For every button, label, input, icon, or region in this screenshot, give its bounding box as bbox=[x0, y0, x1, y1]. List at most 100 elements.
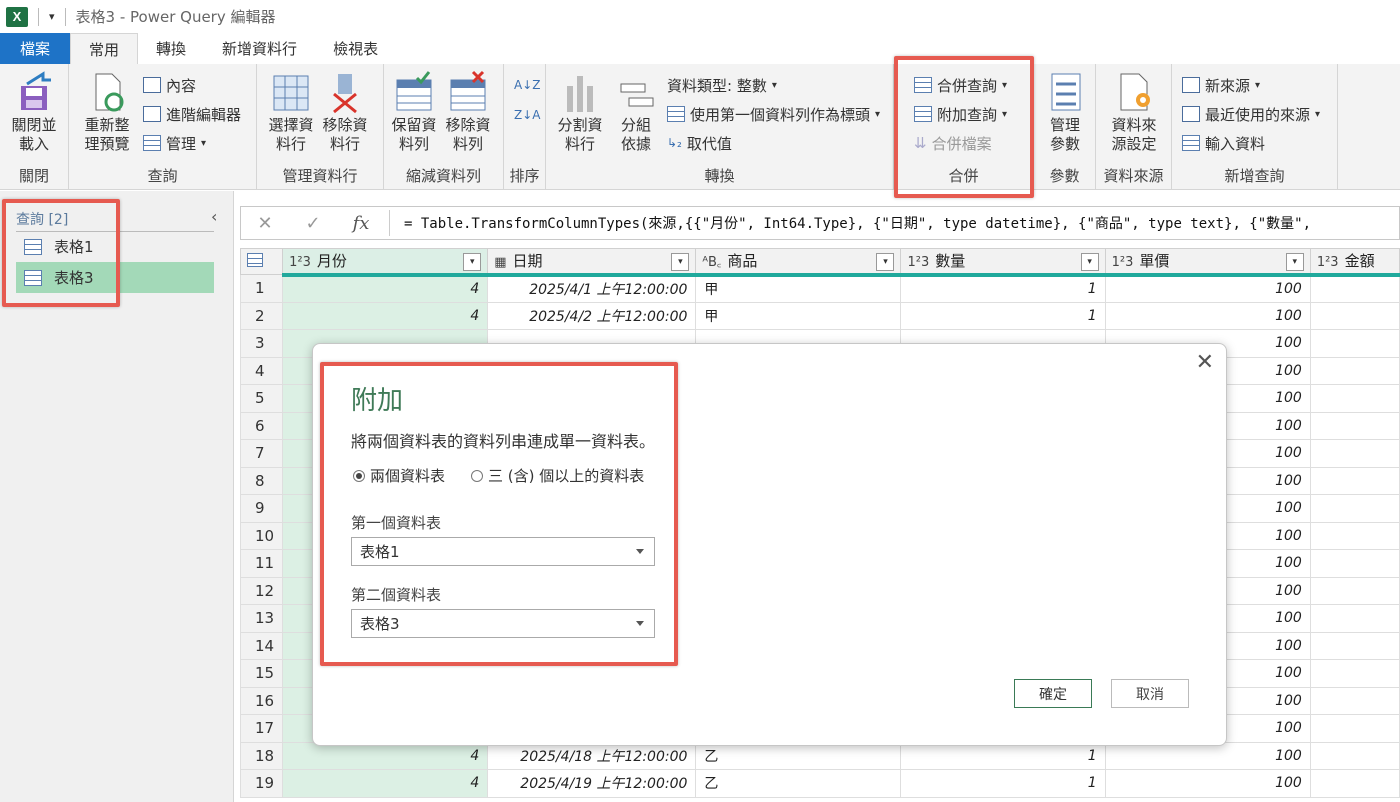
column-header-unit-price[interactable]: 1²3 單價 ▾ bbox=[1104, 248, 1311, 277]
datetime-type-icon[interactable]: ▦ bbox=[494, 255, 506, 270]
formula-text[interactable]: = Table.TransformColumnTypes(來源,{{"月份", … bbox=[394, 213, 1311, 233]
table-cell[interactable]: 1 bbox=[900, 741, 1106, 770]
table-cell[interactable]: 100 bbox=[1104, 301, 1311, 330]
refresh-preview-button[interactable]: 重新整 理預覽 bbox=[77, 70, 137, 154]
table-cell[interactable] bbox=[1309, 714, 1400, 743]
manage-button[interactable]: 管理 ▾ bbox=[143, 132, 206, 154]
table-cell[interactable] bbox=[1309, 631, 1400, 660]
table-cell[interactable] bbox=[1309, 686, 1400, 715]
table-cell[interactable]: 乙 bbox=[695, 741, 902, 770]
merge-queries-button[interactable]: 合併查詢 ▾ bbox=[914, 74, 1007, 96]
manage-parameters-button[interactable]: 管理 參數 bbox=[1038, 70, 1092, 154]
table-cell[interactable] bbox=[1309, 466, 1400, 495]
radio-three-or-more-tables[interactable]: 三 (含) 個以上的資料表 bbox=[471, 465, 644, 486]
text-type-icon[interactable]: ᴬB꜀ bbox=[702, 255, 721, 270]
remove-rows-button[interactable]: 移除資 料列 bbox=[442, 70, 494, 154]
table-cell[interactable]: 2025/4/19 上午12:00:00 bbox=[487, 769, 697, 798]
recent-sources-button[interactable]: 最近使用的來源 ▾ bbox=[1182, 103, 1320, 125]
table-cell[interactable] bbox=[1309, 604, 1400, 633]
table-cell[interactable] bbox=[1309, 439, 1400, 468]
first-table-select[interactable]: 表格1 bbox=[351, 537, 655, 566]
filter-dropdown-icon[interactable]: ▾ bbox=[1285, 253, 1304, 271]
table-cell[interactable] bbox=[1309, 384, 1400, 413]
table-corner-icon[interactable] bbox=[240, 248, 284, 275]
table-cell[interactable] bbox=[1309, 356, 1400, 385]
table-cell[interactable] bbox=[1309, 769, 1400, 798]
table-cell[interactable]: 甲 bbox=[695, 274, 902, 303]
combine-files-button[interactable]: ⇊ 合併檔案 bbox=[914, 132, 992, 154]
table-cell[interactable]: 1 bbox=[900, 301, 1106, 330]
integer-type-icon[interactable]: 1²3 bbox=[1112, 255, 1134, 270]
tab-add-column[interactable]: 新增資料行 bbox=[204, 33, 315, 64]
data-type-dropdown[interactable]: 資料類型: 整數 ▾ bbox=[667, 74, 777, 96]
close-and-load-button[interactable]: 關閉並 載入 bbox=[8, 70, 60, 154]
filter-dropdown-icon[interactable]: ▾ bbox=[463, 253, 482, 271]
close-icon[interactable]: ✕ bbox=[1196, 350, 1214, 375]
integer-type-icon[interactable]: 1²3 bbox=[907, 255, 929, 270]
table-cell[interactable]: 2025/4/18 上午12:00:00 bbox=[487, 741, 697, 770]
sort-descending-icon[interactable]: Z↓A bbox=[514, 104, 540, 126]
table-cell[interactable]: 2025/4/2 上午12:00:00 bbox=[487, 301, 697, 330]
table-cell[interactable]: 1 bbox=[900, 274, 1106, 303]
column-header-product[interactable]: ᴬB꜀ 商品 ▾ bbox=[695, 248, 902, 277]
table-cell[interactable]: 乙 bbox=[695, 769, 902, 798]
use-first-row-headers-button[interactable]: 使用第一個資料列作為標頭 ▾ bbox=[667, 103, 880, 125]
table-cell[interactable]: 1 bbox=[900, 769, 1106, 798]
radio-unselected-icon[interactable] bbox=[471, 469, 483, 482]
filter-dropdown-icon[interactable]: ▾ bbox=[671, 253, 690, 271]
table-cell[interactable] bbox=[1309, 411, 1400, 440]
remove-columns-button[interactable]: 移除資 料行 bbox=[319, 70, 371, 154]
choose-columns-button[interactable]: 選擇資 料行 bbox=[265, 70, 317, 154]
column-header-date[interactable]: ▦ 日期 ▾ bbox=[487, 248, 697, 277]
table-cell[interactable] bbox=[1309, 521, 1400, 550]
table-cell[interactable] bbox=[1309, 301, 1400, 330]
split-column-button[interactable]: 分割資 料行 bbox=[552, 70, 608, 154]
table-cell[interactable]: 2025/4/1 上午12:00:00 bbox=[487, 274, 697, 303]
table-cell[interactable] bbox=[1309, 576, 1400, 605]
table-cell[interactable]: 4 bbox=[282, 301, 489, 330]
table-row[interactable]: 2 4 2025/4/2 上午12:00:00 甲 1 100 bbox=[240, 301, 1400, 330]
table-row[interactable]: 19 4 2025/4/19 上午12:00:00 乙 1 100 bbox=[240, 769, 1400, 798]
table-cell[interactable]: 4 bbox=[282, 769, 489, 798]
radio-selected-icon[interactable] bbox=[353, 469, 365, 482]
sort-ascending-icon[interactable]: A↓Z bbox=[514, 74, 540, 96]
table-cell[interactable] bbox=[1309, 549, 1400, 578]
table-cell[interactable]: 4 bbox=[282, 274, 489, 303]
quick-access-dropdown-icon[interactable]: ▾ bbox=[49, 10, 55, 23]
query-item-table3[interactable]: 表格3 bbox=[16, 262, 214, 293]
table-cell[interactable]: 4 bbox=[282, 741, 489, 770]
cancel-formula-icon[interactable]: ✕ bbox=[241, 213, 289, 234]
second-table-select[interactable]: 表格3 bbox=[351, 609, 655, 638]
fx-icon[interactable]: fx bbox=[337, 213, 385, 234]
table-cell[interactable]: 100 bbox=[1104, 274, 1311, 303]
table-cell[interactable] bbox=[1309, 659, 1400, 688]
tab-view[interactable]: 檢視表 bbox=[315, 33, 396, 64]
table-row[interactable]: 18 4 2025/4/18 上午12:00:00 乙 1 100 bbox=[240, 741, 1400, 770]
tab-file[interactable]: 檔案 bbox=[0, 33, 71, 64]
cancel-button[interactable]: 取消 bbox=[1111, 679, 1189, 708]
table-cell[interactable] bbox=[1309, 741, 1400, 770]
filter-dropdown-icon[interactable]: ▾ bbox=[1080, 253, 1099, 271]
column-header-month[interactable]: 1²3 月份 ▾ bbox=[282, 248, 489, 277]
query-item-table1[interactable]: 表格1 bbox=[16, 231, 214, 262]
integer-type-icon[interactable]: 1²3 bbox=[1317, 255, 1339, 270]
table-cell[interactable] bbox=[1309, 329, 1400, 358]
filter-dropdown-icon[interactable]: ▾ bbox=[876, 253, 895, 271]
collapse-pane-icon[interactable]: ‹ bbox=[211, 207, 217, 226]
replace-values-button[interactable]: ↳₂ 取代值 bbox=[667, 132, 732, 154]
table-cell[interactable]: 100 bbox=[1104, 769, 1311, 798]
properties-button[interactable]: 內容 bbox=[143, 74, 196, 96]
keep-rows-button[interactable]: 保留資 料列 bbox=[388, 70, 440, 154]
column-header-quantity[interactable]: 1²3 數量 ▾ bbox=[900, 248, 1106, 277]
table-cell[interactable] bbox=[1309, 494, 1400, 523]
column-header-amount[interactable]: 1²3 金額 bbox=[1309, 248, 1400, 277]
ok-button[interactable]: 確定 bbox=[1014, 679, 1092, 708]
data-source-settings-button[interactable]: 資料來 源設定 bbox=[1104, 70, 1164, 154]
new-source-button[interactable]: 新來源 ▾ bbox=[1182, 74, 1260, 96]
append-queries-button[interactable]: 附加查詢 ▾ bbox=[914, 103, 1007, 125]
table-cell[interactable] bbox=[1309, 274, 1400, 303]
integer-type-icon[interactable]: 1²3 bbox=[289, 255, 311, 270]
tab-transform[interactable]: 轉換 bbox=[138, 33, 204, 64]
table-row[interactable]: 1 4 2025/4/1 上午12:00:00 甲 1 100 bbox=[240, 274, 1400, 303]
advanced-editor-button[interactable]: 進階編輯器 bbox=[143, 103, 241, 125]
